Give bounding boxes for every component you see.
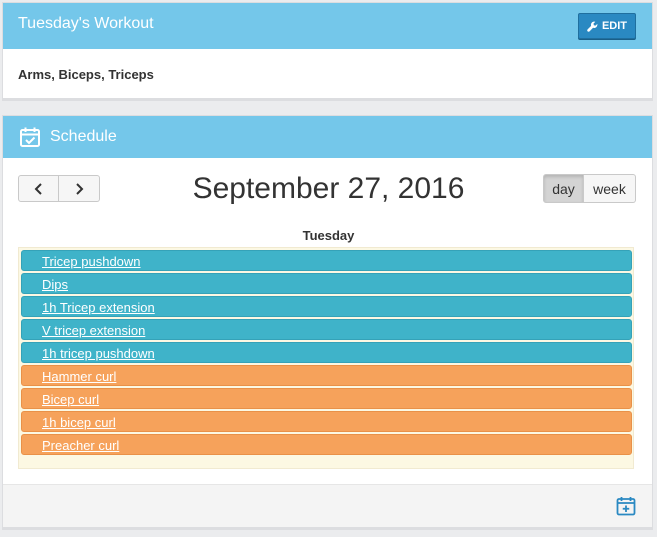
calendar-plus-icon[interactable] — [616, 496, 636, 516]
event-item[interactable]: 1h tricep pushdown — [21, 342, 632, 363]
workout-panel: Tuesday's Workout EDIT Arms, Biceps, Tri… — [2, 2, 653, 99]
event-item[interactable]: 1h bicep curl — [21, 411, 632, 432]
schedule-title: Schedule — [50, 128, 117, 145]
event-item[interactable]: 1h Tricep extension — [21, 296, 632, 317]
edit-button[interactable]: EDIT — [578, 13, 636, 39]
workout-title: Tuesday's Workout — [18, 15, 154, 32]
schedule-panel: Schedule September 27, 2016 day week Tue… — [2, 115, 653, 528]
event-item[interactable]: Dips — [21, 273, 632, 294]
event-item[interactable]: Hammer curl — [21, 365, 632, 386]
event-item[interactable]: V tricep extension — [21, 319, 632, 340]
event-list: Tricep pushdown Dips 1h Tricep extension… — [21, 250, 632, 457]
day-grid: Tricep pushdown Dips 1h Tricep extension… — [18, 247, 634, 469]
view-toggle: day week — [543, 174, 636, 203]
wrench-icon — [587, 21, 598, 32]
day-column-header: Tuesday — [302, 228, 355, 243]
event-item[interactable]: Preacher curl — [21, 434, 632, 455]
day-view-button[interactable]: day — [543, 174, 584, 203]
edit-label: EDIT — [601, 20, 628, 32]
schedule-footer — [3, 484, 652, 527]
workout-header: Tuesday's Workout EDIT — [3, 3, 652, 49]
schedule-header: Schedule — [3, 116, 652, 158]
event-item[interactable]: Bicep curl — [21, 388, 632, 409]
event-item[interactable]: Tricep pushdown — [21, 250, 632, 271]
week-view-button[interactable]: week — [584, 174, 636, 203]
calendar-check-icon — [20, 127, 40, 147]
workout-subtitle: Arms, Biceps, Triceps — [18, 67, 154, 82]
